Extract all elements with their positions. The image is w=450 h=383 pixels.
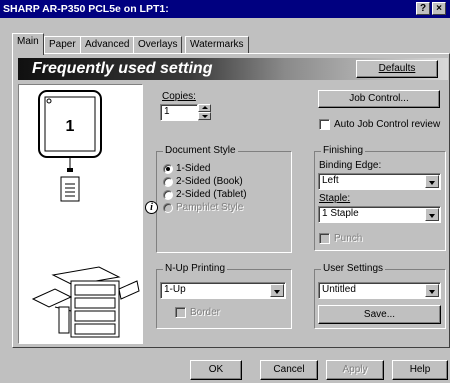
staple-label: Staple: [319,193,351,204]
auto-job-control-label: Auto Job Control review [334,119,441,130]
border-checkbox [175,307,186,318]
border-label: Border [190,307,221,318]
staple-value: 1 Staple [322,208,359,219]
tab-advanced[interactable]: Advanced [80,36,135,53]
defaults-button[interactable]: Defaults [356,60,438,78]
copies-label: Copies: [162,91,196,102]
nup-value: 1-Up [164,284,186,295]
preview-graphics: 1 [31,90,140,338]
user-settings-value: Untitled [322,284,356,295]
staple-select[interactable]: 1 Staple [318,206,441,223]
binding-edge-select[interactable]: Left [318,173,441,190]
user-settings-chevron-down-icon[interactable] [425,284,439,297]
radio-2-sided-book[interactable] [163,177,173,187]
copies-up-arrow-icon[interactable] [198,104,211,112]
auto-job-control-checkbox[interactable] [319,119,330,130]
save-button[interactable]: Save... [318,305,441,324]
option-2-sided-tablet-label: 2-Sided (Tablet) [176,189,247,200]
finishing-title: Finishing [321,145,366,156]
copies-down-arrow-icon[interactable] [198,112,211,120]
nup-printing-title: N-Up Printing [163,263,228,274]
user-settings-select[interactable]: Untitled [318,282,441,299]
binding-edge-label: Binding Edge: [319,160,382,171]
copies-input[interactable]: 1 [160,104,198,121]
radio-pamphlet-style [163,203,173,213]
tab-main[interactable]: Main [12,33,44,55]
document-style-title: Document Style [163,145,238,156]
option-pamphlet-style-label: Pamphlet Style [176,202,244,213]
option-1-sided-label: 1-Sided [176,163,211,174]
tab-overlays[interactable]: Overlays [133,36,183,53]
job-control-button[interactable]: Job Control... [318,90,440,108]
nup-printing-group: N-Up Printing [156,263,292,329]
binding-edge-chevron-down-icon[interactable] [425,175,439,188]
punch-checkbox [319,233,330,244]
user-settings-title: User Settings [321,263,386,274]
option-2-sided-book-label: 2-Sided (Book) [176,176,243,187]
nup-chevron-down-icon[interactable] [270,284,284,297]
punch-label: Punch [334,233,363,244]
title-bar: SHARP AR-P350 PCL5e on LPT1: ? × [0,0,450,18]
preview-pane: 1 [18,84,143,344]
radio-1-sided[interactable] [163,164,173,174]
document-icon [60,176,80,202]
staple-chevron-down-icon[interactable] [425,208,439,221]
preview-page-number: 1 [66,118,75,135]
help-title-button[interactable]: ? [416,2,430,15]
window-title: SHARP AR-P350 PCL5e on LPT1: [3,3,169,15]
banner-title: Frequently used setting [32,60,213,77]
tab-watermarks[interactable]: Watermarks [185,36,249,53]
apply-button: Apply [326,360,384,380]
tab-paper[interactable]: Paper [44,36,81,53]
close-title-button[interactable]: × [432,2,446,15]
ok-button[interactable]: OK [190,360,242,380]
defaults-label: Defaults [378,63,416,74]
radio-2-sided-tablet[interactable] [163,190,173,200]
nup-select[interactable]: 1-Up [160,282,286,299]
cancel-button[interactable]: Cancel [260,360,318,380]
help-button[interactable]: Help [392,360,448,380]
printer-illustration-icon [31,266,140,338]
info-icon: i [145,201,158,214]
copies-stepper[interactable] [198,104,211,120]
binding-edge-value: Left [322,175,339,186]
